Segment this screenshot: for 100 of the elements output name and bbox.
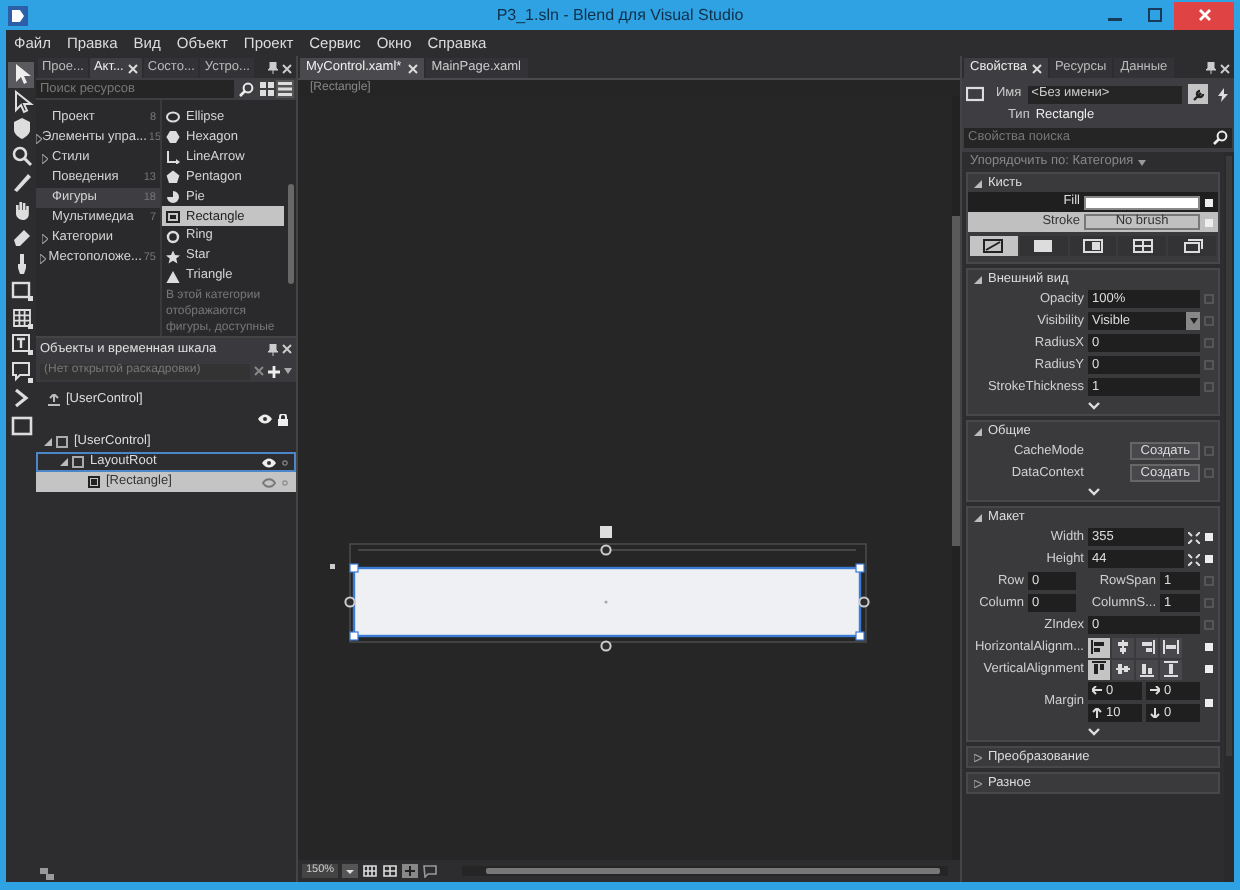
tool-button[interactable]: [8, 224, 34, 249]
pin-icon[interactable]: [1206, 62, 1216, 74]
tool-button[interactable]: [8, 62, 34, 87]
selected-rectangle-drawing[interactable]: [330, 526, 870, 652]
tool-button[interactable]: [8, 332, 34, 357]
grid-icon: [260, 82, 274, 96]
expand-arrow-icon: [974, 275, 982, 283]
tool-button[interactable]: [8, 170, 34, 195]
property-marker-icon[interactable]: [1204, 554, 1214, 564]
window-title: P3_1.sln - Blend для Visual Studio: [496, 3, 744, 27]
pin-icon[interactable]: [268, 62, 278, 74]
alignment-button[interactable]: [1160, 637, 1182, 657]
expand-more-icon[interactable]: [1087, 488, 1099, 496]
brush-type-button[interactable]: [1168, 236, 1216, 256]
tile-brush-icon: [1131, 238, 1154, 254]
expand-more-icon[interactable]: [1087, 402, 1099, 410]
tool-button[interactable]: [8, 143, 34, 168]
alignment-button[interactable]: [1088, 659, 1110, 679]
auto-size-icon[interactable]: [1188, 531, 1200, 543]
no-brush-icon: [982, 238, 1005, 254]
properties-button[interactable]: [1188, 84, 1208, 104]
expand-arrow-icon: [974, 753, 982, 761]
alignment-button[interactable]: [1112, 659, 1134, 679]
property-marker-icon[interactable]: [1204, 697, 1214, 707]
brush-type-button[interactable]: [1019, 236, 1068, 256]
alignment-button[interactable]: [1136, 659, 1158, 679]
scope-up-icon[interactable]: [48, 393, 60, 405]
property-marker-icon[interactable]: [1204, 316, 1214, 326]
snap-icon[interactable]: [402, 864, 419, 878]
alignment-icon: [1090, 660, 1108, 678]
annotation-icon[interactable]: [422, 864, 439, 878]
expand-arrow-icon[interactable]: [44, 438, 52, 446]
brush-type-button[interactable]: [1069, 236, 1117, 256]
alignment-button[interactable]: [1160, 659, 1182, 679]
rectangle-icon: [9, 278, 33, 303]
property-marker-icon[interactable]: [1204, 620, 1214, 630]
tool-button[interactable]: [8, 278, 34, 303]
eye-icon[interactable]: [258, 414, 272, 424]
property-marker-icon[interactable]: [1204, 532, 1214, 542]
auto-size-icon[interactable]: [1188, 553, 1200, 565]
caret-icon[interactable]: [284, 368, 292, 374]
grid-view-button[interactable]: [258, 80, 276, 98]
eye-icon[interactable]: [262, 457, 276, 467]
property-marker-icon[interactable]: [1204, 294, 1214, 304]
square-icon: [9, 413, 33, 438]
list-view-button[interactable]: [276, 80, 294, 98]
events-button[interactable]: [1214, 84, 1230, 104]
color-swatch[interactable]: [1084, 195, 1200, 209]
property-marker-icon[interactable]: [1204, 642, 1214, 652]
scrollbar-thumb[interactable]: [952, 216, 960, 546]
tool-button[interactable]: [8, 413, 34, 438]
tool-button[interactable]: [8, 359, 34, 384]
grid-icon[interactable]: [382, 864, 399, 878]
property-marker-icon[interactable]: [1204, 338, 1214, 348]
alignment-button[interactable]: [1088, 637, 1110, 657]
chevron-icon: [9, 386, 33, 411]
lock-dot-icon[interactable]: [282, 459, 288, 465]
grid-icon[interactable]: [362, 864, 379, 878]
resource-brush-icon: [1181, 238, 1204, 254]
dropdown-icon[interactable]: [342, 864, 359, 878]
lock-dot-icon[interactable]: [282, 479, 288, 485]
alignment-button[interactable]: [1112, 637, 1134, 657]
expand-more-icon[interactable]: [1087, 728, 1099, 736]
close-icon[interactable]: [282, 344, 292, 354]
triangle-icon: [166, 269, 180, 284]
property-marker-icon[interactable]: [1204, 664, 1214, 674]
line-arrow-icon: [166, 150, 180, 165]
property-marker-icon[interactable]: [1204, 217, 1214, 227]
tool-button[interactable]: [8, 305, 34, 330]
rectangle-icon: [166, 209, 180, 224]
property-marker-icon[interactable]: [1204, 576, 1214, 586]
scrollbar-thumb[interactable]: [1226, 156, 1232, 756]
close-icon[interactable]: [1220, 63, 1230, 73]
search-icon[interactable]: [238, 81, 254, 97]
layout-icon[interactable]: [40, 867, 54, 879]
left-arrow-icon: [1092, 686, 1102, 696]
property-marker-icon[interactable]: [1204, 446, 1214, 456]
search-icon[interactable]: [1212, 130, 1228, 146]
tool-button[interactable]: [8, 116, 34, 141]
expand-arrow-icon[interactable]: [60, 458, 68, 466]
property-marker-icon[interactable]: [1204, 382, 1214, 392]
add-icon[interactable]: [268, 365, 280, 377]
hexagon-icon: [166, 130, 180, 145]
magnifier-icon: [9, 143, 33, 168]
scrollbar-thumb[interactable]: [288, 184, 294, 284]
close-icon[interactable]: [282, 63, 292, 73]
caret-icon: [1189, 318, 1197, 324]
pin-icon[interactable]: [268, 343, 278, 355]
alignment-button[interactable]: [1136, 637, 1158, 657]
scrollbar-thumb[interactable]: [486, 868, 940, 874]
property-marker-icon[interactable]: [1204, 468, 1214, 478]
property-marker-icon[interactable]: [1204, 360, 1214, 370]
property-marker-icon[interactable]: [1204, 197, 1214, 207]
property-marker-icon[interactable]: [1204, 598, 1214, 608]
brush-type-button[interactable]: [970, 236, 1018, 256]
right-arrow-icon: [1150, 686, 1160, 696]
close-button[interactable]: [1174, 1, 1234, 29]
lock-icon[interactable]: [278, 413, 288, 425]
brush-type-button[interactable]: [1118, 236, 1167, 256]
solid-brush-icon: [1032, 238, 1055, 254]
